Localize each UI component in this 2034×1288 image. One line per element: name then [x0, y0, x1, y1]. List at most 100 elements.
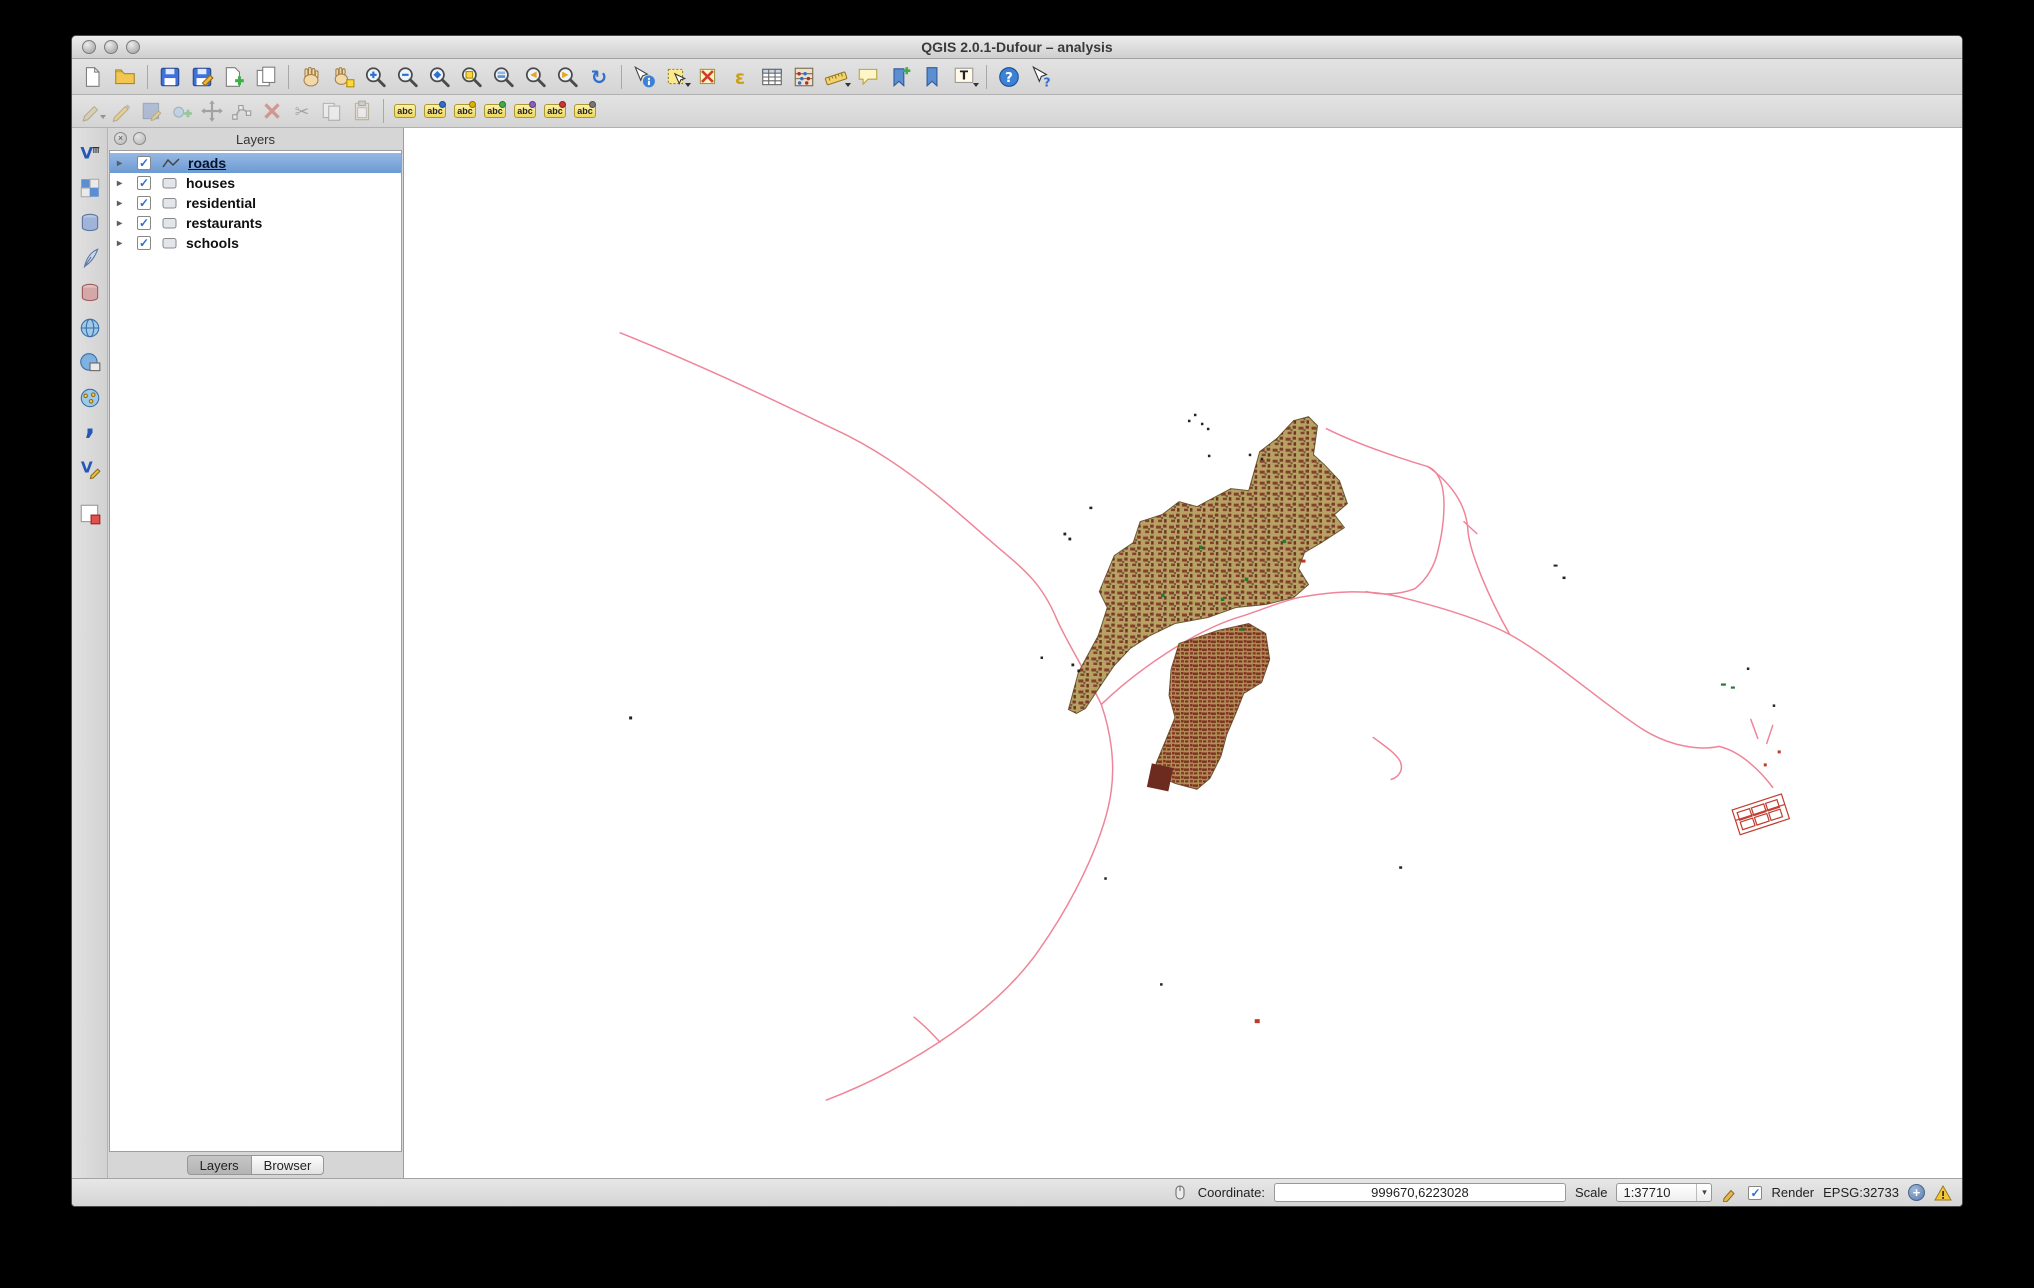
composer-manager-icon	[256, 66, 276, 86]
minimize-window-button[interactable]	[104, 40, 118, 54]
paste-features-button[interactable]	[348, 98, 376, 124]
expand-triangle-icon[interactable]: ▸	[117, 198, 128, 209]
close-window-button[interactable]	[82, 40, 96, 54]
layer-row-roads[interactable]: ▸ ✓ roads	[110, 153, 401, 173]
zoom-full-button[interactable]	[424, 62, 454, 92]
layer-checkbox[interactable]: ✓	[137, 156, 151, 170]
whats-this-button[interactable]: ?	[1026, 62, 1056, 92]
cut-features-button[interactable]: ✂	[288, 98, 316, 124]
add-wcs-layer-button[interactable]	[75, 348, 105, 378]
deselect-all-button[interactable]	[693, 62, 723, 92]
pan-to-selection-button[interactable]	[328, 62, 358, 92]
refresh-map-button[interactable]: ↻	[584, 62, 614, 92]
zoom-window-button[interactable]	[126, 40, 140, 54]
stop-rendering-icon[interactable]	[1721, 1184, 1739, 1202]
add-wms-layer-button[interactable]	[75, 313, 105, 343]
scale-combobox[interactable]: 1:37710 ▾	[1616, 1183, 1713, 1202]
remove-layer-icon	[80, 504, 100, 525]
field-calculator-button[interactable]	[789, 62, 819, 92]
crs-status-icon[interactable]: +	[1908, 1184, 1925, 1201]
red-marks	[1254, 559, 1781, 1024]
add-mssql-layer-button[interactable]	[75, 278, 105, 308]
label-properties-button[interactable]: abc	[571, 98, 599, 124]
toolbar-separator	[986, 64, 987, 89]
add-vector-layer-button[interactable]: V	[75, 138, 105, 168]
open-attribute-table-button[interactable]	[757, 62, 787, 92]
labeling-button[interactable]: abc	[391, 98, 419, 124]
layer-checkbox[interactable]: ✓	[137, 176, 151, 190]
layer-row-restaurants[interactable]: ▸ ✓ restaurants	[110, 213, 401, 233]
measure-button[interactable]	[821, 62, 851, 92]
whats-this-icon: ?	[1032, 65, 1051, 89]
field-calculator-icon	[794, 67, 814, 86]
coordinate-input[interactable]	[1273, 1183, 1566, 1202]
pan-to-selection-icon	[334, 66, 355, 87]
add-feature-button[interactable]	[168, 98, 196, 124]
save-project-as-button[interactable]	[187, 62, 217, 92]
label-show-pinned-button[interactable]: abc	[451, 98, 479, 124]
expand-triangle-icon[interactable]: ▸	[117, 238, 128, 249]
close-panel-button[interactable]: ×	[114, 132, 127, 145]
layer-checkbox[interactable]: ✓	[137, 236, 151, 250]
save-icon	[160, 67, 180, 86]
render-checkbox[interactable]: ✓	[1748, 1185, 1763, 1200]
zoom-to-layer-button[interactable]	[488, 62, 518, 92]
new-shapefile-layer-button[interactable]: V	[75, 453, 105, 483]
composer-manager-button[interactable]	[251, 62, 281, 92]
select-features-button[interactable]	[661, 62, 691, 92]
current-edits-button[interactable]	[78, 98, 106, 124]
expand-triangle-icon[interactable]: ▸	[117, 218, 128, 229]
add-postgis-layer-button[interactable]	[75, 208, 105, 238]
add-delimited-text-layer-button[interactable]: ,	[75, 418, 105, 448]
new-composer-button[interactable]	[219, 62, 249, 92]
expand-triangle-icon[interactable]: ▸	[117, 178, 128, 189]
toggle-editing-button[interactable]	[108, 98, 136, 124]
help-contents-button[interactable]: ?	[994, 62, 1024, 92]
move-feature-button[interactable]	[198, 98, 226, 124]
layer-row-houses[interactable]: ▸ ✓ houses	[110, 173, 401, 193]
zoom-next-button[interactable]	[552, 62, 582, 92]
add-vector-layer-icon: V	[80, 143, 99, 162]
label-change-button[interactable]: abc	[541, 98, 569, 124]
identify-features-button[interactable]	[629, 62, 659, 92]
add-spatialite-layer-button[interactable]	[75, 243, 105, 273]
zoom-to-selection-button[interactable]	[456, 62, 486, 92]
remove-layer-button[interactable]	[75, 499, 105, 529]
layer-checkbox[interactable]: ✓	[137, 216, 151, 230]
polygon-layer-icon	[162, 217, 178, 230]
add-wfs-layer-button[interactable]	[75, 383, 105, 413]
label-move-button[interactable]: abc	[481, 98, 509, 124]
expand-triangle-icon[interactable]: ▸	[117, 158, 128, 169]
show-bookmarks-button[interactable]	[917, 62, 947, 92]
mouse-position-icon[interactable]	[1171, 1184, 1189, 1202]
layer-row-residential[interactable]: ▸ ✓ residential	[110, 193, 401, 213]
add-raster-layer-button[interactable]	[75, 173, 105, 203]
text-annotation-button[interactable]: T	[949, 62, 979, 92]
copy-features-button[interactable]	[318, 98, 346, 124]
save-layer-edits-button[interactable]	[138, 98, 166, 124]
zoom-last-button[interactable]	[520, 62, 550, 92]
map-tips-button[interactable]	[853, 62, 883, 92]
tab-layers[interactable]: Layers	[186, 1155, 252, 1175]
map-canvas[interactable]	[404, 128, 1962, 1178]
float-panel-button[interactable]	[133, 132, 146, 145]
label-pin-button[interactable]: abc	[421, 98, 449, 124]
map-canvas-svg[interactable]	[404, 128, 1962, 1178]
layer-row-schools[interactable]: ▸ ✓ schools	[110, 233, 401, 253]
message-log-icon[interactable]	[1934, 1184, 1952, 1202]
delete-selected-button[interactable]	[258, 98, 286, 124]
node-tool-button[interactable]	[228, 98, 256, 124]
new-bookmark-button[interactable]	[885, 62, 915, 92]
move-badge-icon	[499, 101, 506, 108]
save-project-button[interactable]	[155, 62, 185, 92]
layer-checkbox[interactable]: ✓	[137, 196, 151, 210]
pan-map-button[interactable]	[296, 62, 326, 92]
zoom-in-button[interactable]	[360, 62, 390, 92]
tab-browser[interactable]: Browser	[251, 1155, 325, 1175]
new-project-button[interactable]	[78, 62, 108, 92]
zoom-out-button[interactable]	[392, 62, 422, 92]
label-rotate-button[interactable]: abc	[511, 98, 539, 124]
select-by-expression-button[interactable]: ε	[725, 62, 755, 92]
open-project-button[interactable]	[110, 62, 140, 92]
layer-label: restaurants	[186, 215, 263, 231]
